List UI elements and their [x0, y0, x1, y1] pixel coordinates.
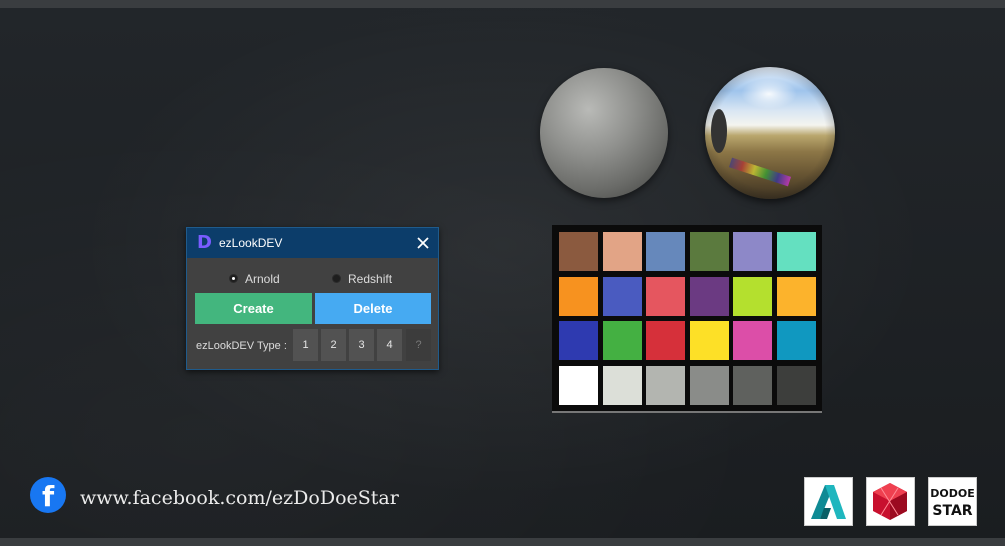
color-swatch [646, 321, 685, 360]
color-checker [552, 225, 822, 413]
color-swatch [689, 276, 729, 316]
color-swatch [602, 276, 642, 316]
type-1-button[interactable]: 1 [293, 329, 318, 361]
radio-redshift-label: Redshift [348, 272, 393, 286]
color-swatch [602, 365, 642, 405]
type-3-button[interactable]: 3 [349, 329, 374, 361]
color-swatch [689, 321, 729, 360]
dialog-titlebar: D ezLookDEV [187, 228, 438, 258]
radio-arnold-label: Arnold [245, 272, 280, 286]
color-swatch [733, 321, 772, 360]
dodoe-logo-line-1: DODOE [930, 487, 975, 500]
close-icon[interactable] [415, 234, 431, 252]
color-swatch [733, 276, 772, 316]
redshift-logo [866, 477, 915, 526]
type-4-button[interactable]: 4 [377, 329, 402, 361]
ezlookdev-dialog: D ezLookDEV Arnold Redshift Create Delet… [186, 227, 439, 370]
color-swatch [689, 232, 729, 271]
gray-sphere [540, 68, 668, 198]
radio-redshift-indicator[interactable] [332, 274, 341, 283]
color-swatch [733, 232, 772, 271]
chrome-sphere [705, 67, 835, 199]
color-swatch [733, 365, 772, 405]
color-swatch [602, 232, 642, 271]
maya-logo [804, 477, 853, 526]
color-swatch [646, 232, 685, 271]
dodoe-star-logo: DODOE STAR [928, 477, 977, 526]
color-swatch [559, 321, 598, 360]
color-swatch [646, 365, 685, 405]
bottom-border [0, 538, 1005, 546]
create-button[interactable]: Create [195, 293, 312, 324]
chrome-color-reflection [728, 157, 792, 187]
top-border [0, 0, 1005, 8]
color-swatch [646, 276, 685, 316]
color-swatch [602, 321, 642, 360]
background [0, 0, 1005, 546]
ezlookdev-app-icon: D [197, 232, 212, 253]
color-swatch [689, 365, 729, 405]
lookdev-type-label: ezLookDEV Type : [196, 340, 287, 352]
color-swatch [559, 276, 598, 316]
dodoe-logo-line-2: STAR [932, 503, 973, 519]
radio-arnold-indicator[interactable] [229, 274, 238, 283]
chrome-sky-reflection [741, 79, 797, 109]
dialog-title: ezLookDEV [219, 236, 283, 250]
type-2-button[interactable]: 2 [321, 329, 346, 361]
color-swatch [559, 365, 598, 405]
delete-button[interactable]: Delete [315, 293, 431, 324]
help-button[interactable]: ? [406, 329, 431, 361]
facebook-icon[interactable]: f [30, 477, 66, 513]
color-swatch [776, 321, 816, 360]
color-swatch [776, 365, 816, 405]
color-swatch [559, 232, 598, 271]
color-swatch [776, 232, 816, 271]
color-swatch [776, 276, 816, 316]
facebook-link[interactable]: www.facebook.com/ezDoDoeStar [80, 487, 399, 509]
chrome-dark-reflection [711, 109, 727, 153]
